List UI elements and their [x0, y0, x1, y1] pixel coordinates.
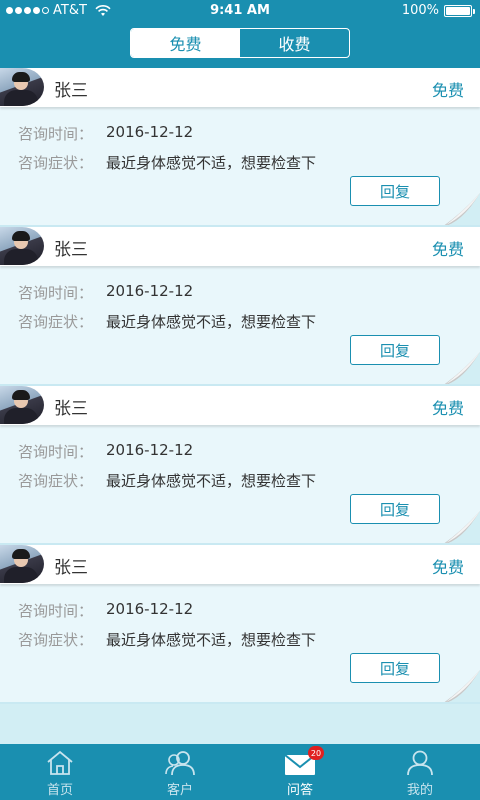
- tab-home-label: 首页: [46, 783, 73, 798]
- page-curl-icon: [442, 511, 480, 545]
- price-tag: 免费: [431, 81, 464, 100]
- price-tag: 免费: [431, 240, 464, 259]
- consult-time-label: 咨询时间：: [18, 284, 94, 302]
- consult-time-row: 咨询时间： 2016-12-12: [18, 123, 193, 144]
- consultation-card[interactable]: 张三 免费 咨询时间： 2016-12-12 咨询症状： 最近身体感觉不适，想要…: [0, 68, 480, 227]
- avatar: [0, 227, 44, 265]
- patient-name: 张三: [54, 81, 88, 101]
- tab-qa-label: 问答: [286, 783, 313, 798]
- card-divider: [0, 702, 480, 704]
- segment-paid-tab[interactable]: 收费: [240, 29, 349, 57]
- consultation-list: 张三 免费 咨询时间： 2016-12-12 咨询症状： 最近身体感觉不适，想要…: [0, 68, 480, 704]
- consult-time-value: 2016-12-12: [106, 600, 194, 618]
- bottom-tab-bar: 首页 客户 问答 我的: [0, 744, 480, 800]
- reply-button[interactable]: 回复: [350, 335, 440, 365]
- segment-free-tab[interactable]: 免费: [131, 29, 240, 57]
- patient-name: 张三: [54, 558, 88, 578]
- status-bar: AT&T 9:41 AM 100%: [0, 0, 480, 22]
- consult-symptom-row: 咨询症状： 最近身体感觉不适，想要检查下: [18, 311, 316, 332]
- clients-icon: [165, 751, 195, 776]
- consult-symptom-value: 最近身体感觉不适，想要检查下: [106, 472, 317, 490]
- profile-icon: [407, 750, 433, 776]
- consult-symptom-value: 最近身体感觉不适，想要检查下: [106, 631, 317, 649]
- patient-name: 张三: [54, 240, 88, 260]
- pricing-segment-control: 免费 收费: [130, 28, 350, 58]
- home-icon: [47, 750, 73, 775]
- consult-symptom-label: 咨询症状：: [18, 313, 94, 331]
- consult-time-value: 2016-12-12: [106, 123, 194, 141]
- price-tag: 免费: [431, 399, 464, 418]
- consult-time-row: 咨询时间： 2016-12-12: [18, 282, 193, 303]
- patient-name: 张三: [54, 399, 88, 419]
- avatar: [0, 68, 44, 106]
- qa-badge: 20: [308, 746, 324, 760]
- tab-clients[interactable]: 客户: [120, 744, 240, 800]
- tab-clients-label: 客户: [166, 783, 193, 798]
- consult-symptom-value: 最近身体感觉不适，想要检查下: [106, 313, 317, 331]
- consult-symptom-row: 咨询症状： 最近身体感觉不适，想要检查下: [18, 152, 316, 173]
- reply-button[interactable]: 回复: [350, 653, 440, 683]
- consult-time-label: 咨询时间：: [18, 602, 94, 620]
- tab-profile[interactable]: 我的: [360, 744, 480, 800]
- tab-qa[interactable]: 问答: [240, 744, 360, 800]
- page-curl-icon: [442, 352, 480, 386]
- price-tag: 免费: [431, 558, 464, 577]
- card-header: 张三 免费: [0, 68, 480, 107]
- avatar: [0, 386, 44, 424]
- avatar: [0, 545, 44, 583]
- top-bar: AT&T 9:41 AM 100% 免费 收费: [0, 0, 480, 68]
- consult-time-row: 咨询时间： 2016-12-12: [18, 441, 193, 462]
- consult-symptom-label: 咨询症状：: [18, 472, 94, 490]
- reply-button[interactable]: 回复: [350, 494, 440, 524]
- status-right: 100%: [401, 3, 475, 18]
- consult-symptom-value: 最近身体感觉不适，想要检查下: [106, 154, 317, 172]
- reply-button[interactable]: 回复: [350, 176, 440, 206]
- consult-time-row: 咨询时间： 2016-12-12: [18, 600, 193, 621]
- consult-time-label: 咨询时间：: [18, 443, 94, 461]
- consult-symptom-row: 咨询症状： 最近身体感觉不适，想要检查下: [18, 629, 316, 650]
- consultation-card[interactable]: 张三 免费 咨询时间： 2016-12-12 咨询症状： 最近身体感觉不适，想要…: [0, 386, 480, 545]
- consultation-card[interactable]: 张三 免费 咨询时间： 2016-12-12 咨询症状： 最近身体感觉不适，想要…: [0, 545, 480, 704]
- consult-symptom-label: 咨询症状：: [18, 631, 94, 649]
- battery-percent: 100%: [401, 3, 439, 18]
- consult-time-value: 2016-12-12: [106, 282, 194, 300]
- battery-icon: [444, 4, 475, 17]
- consult-symptom-row: 咨询症状： 最近身体感觉不适，想要检查下: [18, 470, 316, 491]
- page-curl-icon: [442, 670, 480, 704]
- consult-symptom-label: 咨询症状：: [18, 154, 94, 172]
- card-header: 张三 免费: [0, 545, 480, 584]
- consultation-card[interactable]: 张三 免费 咨询时间： 2016-12-12 咨询症状： 最近身体感觉不适，想要…: [0, 227, 480, 386]
- page-curl-icon: [442, 193, 480, 227]
- tab-profile-label: 我的: [406, 783, 433, 798]
- card-header: 张三 免费: [0, 386, 480, 425]
- consult-time-label: 咨询时间：: [18, 125, 94, 143]
- consult-time-value: 2016-12-12: [106, 441, 194, 459]
- tab-home[interactable]: 首页: [0, 744, 120, 800]
- card-header: 张三 免费: [0, 227, 480, 266]
